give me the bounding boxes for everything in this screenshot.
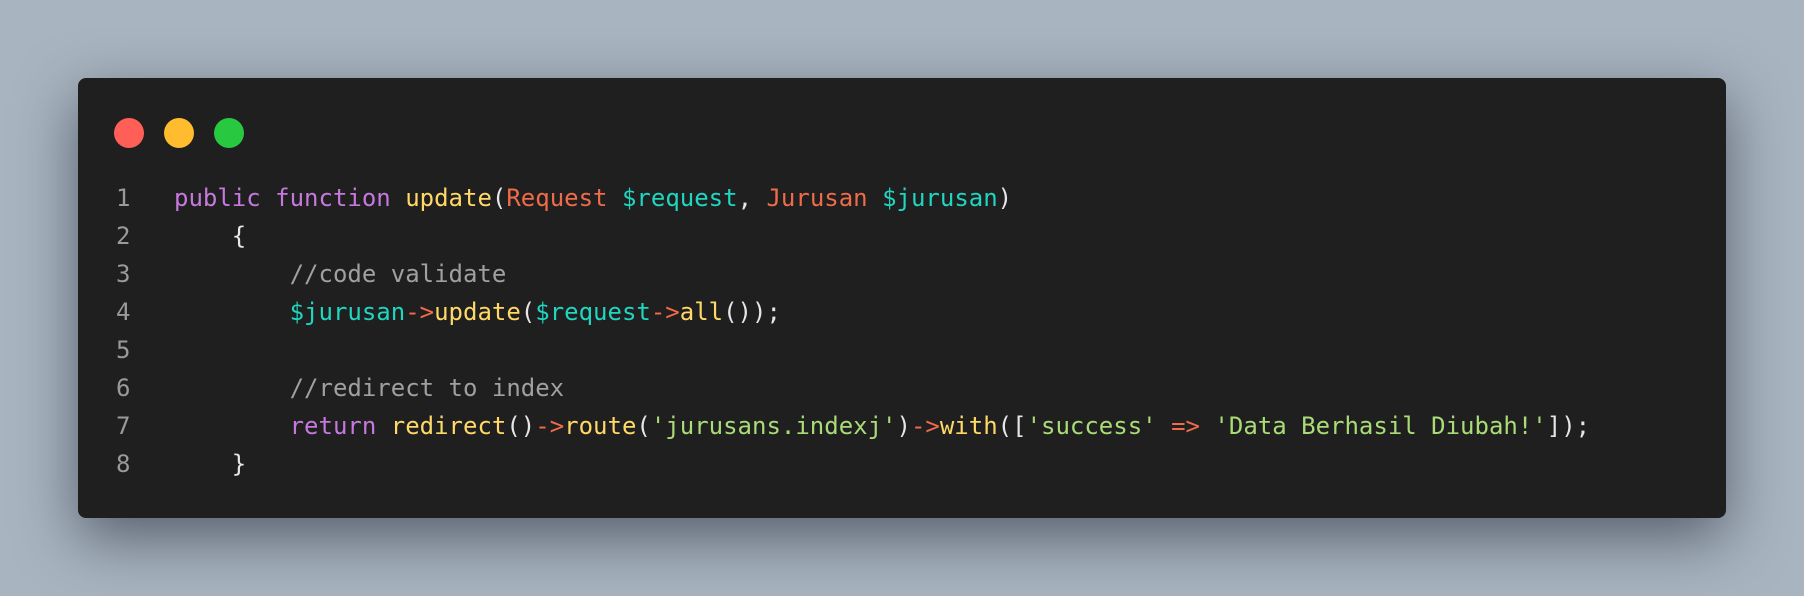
line-number: 5 [116,336,131,364]
code-token-punct: ]); [1546,412,1591,440]
code-text: $jurusan->update($request->all()); [174,293,781,331]
maximize-dot[interactable] [214,118,244,148]
code-line: 5 [108,331,1696,369]
code-token-type: Request [506,184,608,212]
line-number: 4 [116,298,131,326]
code-line: 8 } [108,445,1696,483]
code-token-keyword: return [289,412,377,440]
code-token-punct [376,412,390,440]
code-token-string: 'Data Berhasil Diubah!' [1214,412,1547,440]
code-token-function: with [939,412,998,440]
window-controls [114,118,244,148]
code-token-operator: -> [405,298,435,326]
code-token-punct [608,184,622,212]
code-token-variable: $request [621,184,738,212]
code-text: { [174,217,246,255]
code-token-punct [261,184,275,212]
code-token-punct: ( [636,412,651,440]
code-token-variable: $jurusan [882,184,998,212]
code-text: //code validate [174,255,507,293]
code-token-punct: ( [491,184,507,212]
code-token-keyword: function [275,184,391,212]
code-token-punct: ) [896,412,911,440]
code-token-string: 'success' [1026,412,1157,440]
code-token-operator: => [1171,412,1200,440]
code-token-function: all [679,298,724,326]
code-line: 7 return redirect()->route('jurusans.ind… [108,407,1696,445]
code-token-punct: ()); [723,298,781,326]
code-token-keyword: public [174,184,261,212]
code-token-punct: ) [997,184,1013,212]
code-text: } [174,445,246,483]
code-token-punct: ([ [997,412,1027,440]
code-token-punct [391,184,405,212]
code-token-punct [1200,412,1214,440]
close-dot[interactable] [114,118,144,148]
code-line: 1 public function update(Request $request… [108,179,1696,217]
code-line: 6 //redirect to index [108,369,1696,407]
code-line: 3 //code validate [108,255,1696,293]
code-token-type: Jurusan [766,184,868,212]
code-token-function: update [434,298,521,326]
code-token-punct [174,260,290,288]
code-window: 1 public function update(Request $request… [78,78,1726,518]
line-number: 1 [116,184,131,212]
code-token-punct: ( [520,298,536,326]
code-token-comment: //redirect to index [289,374,565,402]
code-token-function: route [564,412,637,440]
code-token-punct [174,374,290,402]
code-line: 4 $jurusan->update($request->all()); [108,293,1696,331]
code-text: public function update(Request $request,… [174,179,1012,217]
code-text: return redirect()->route('jurusans.index… [174,407,1591,445]
code-token-punct: () [506,412,536,440]
code-token-punct [868,184,882,212]
code-token-punct: { [174,222,247,250]
code-token-punct [1157,412,1171,440]
code-token-variable: $jurusan [289,298,406,326]
code-token-string: 'jurusans.indexj' [650,412,897,440]
minimize-dot[interactable] [164,118,194,148]
code-line: 2 { [108,217,1696,255]
code-token-punct [174,412,290,440]
line-number: 2 [116,222,131,250]
line-number: 8 [116,450,131,478]
code-token-function: redirect [390,412,507,440]
code-token-punct: , [737,184,767,212]
line-number: 6 [116,374,131,402]
code-token-variable: $request [535,298,651,326]
code-token-comment: //code validate [289,260,507,288]
line-number: 7 [116,412,131,440]
code-token-operator: -> [910,412,940,440]
code-token-punct: } [174,450,247,478]
code-token-function: update [405,184,492,212]
code-token-operator: -> [535,412,565,440]
code-block: 1 public function update(Request $request… [108,179,1696,483]
code-token-operator: -> [650,298,680,326]
code-token-punct [174,298,290,326]
code-text: //redirect to index [174,369,565,407]
line-number: 3 [116,260,131,288]
